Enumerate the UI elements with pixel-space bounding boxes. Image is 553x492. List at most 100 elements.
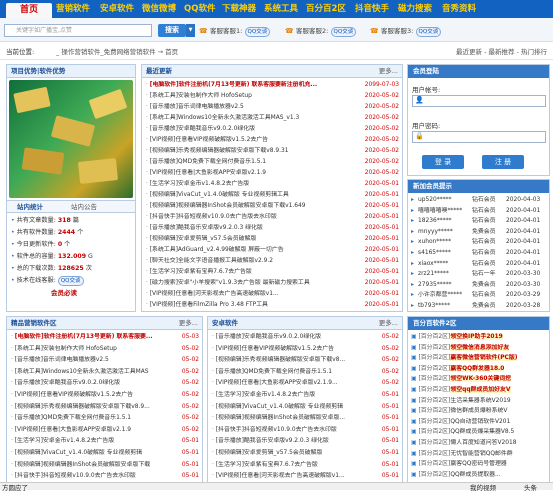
list-item[interactable]: · [音乐播放]音乐词律电脑播放器v2.5 [11,355,179,366]
item-title[interactable]: [音乐播放]音乐词律电脑播放器v2.5 [150,104,244,110]
nav-item-magnet[interactable]: 磁力搜索 [398,3,432,16]
list-item[interactable]: · [系统工具]Windows10全新永久激活激活工具MAS_v1.3 [146,113,358,124]
list-item[interactable]: · [生活学习]安卓紫有宝典7.6.7去广告版 [212,460,378,471]
item-title[interactable]: [VIP视频]任意看|大鱼影视APP安卓版v2.1.9... [216,380,338,386]
login-button[interactable]: 登 录 [422,155,464,169]
item-title[interactable]: [抖音快手]抖音短视频v10.9.0去广告去水印版 [15,473,136,479]
item-title[interactable]: [电脑软件]软件注册机(7月13号更新) 联系客服要新注册机充... [150,82,317,88]
qq-chat-button[interactable]: QQ交谈 [415,27,442,37]
list-item[interactable]: · [系统工具]AdGuard_v2.4.99破解版 屏蔽一切广告 [146,245,358,256]
list-item[interactable]: · [VIP视频]任意看FilmZilla Pro 3.48 FTP工具 [146,300,358,311]
item-title[interactable]: [VIP视频]任意看|大鱼影视APP安卓版v2.1.9 [150,170,266,176]
item-title[interactable]: [视频编辑]安卓爱剪辑_v57.5会员破解版 [216,450,323,456]
item-title[interactable]: [VIP视频]任意看|河天影视去广告高速破解版v1... [216,473,345,479]
list-item[interactable]: · [音乐播放]安卓酷我音乐v9.0.2.0绿化版 [146,124,358,135]
nav-item-zone2[interactable]: 百分百2区 [306,3,346,16]
item-title[interactable]: [视频编辑]VivaCut_v1.4.0破解版 专业视频剪辑 [216,404,343,410]
password-input[interactable]: 🔒 [412,131,546,143]
list-item[interactable]: · [视频编辑]VivaCut_v1.4.0破解版 专业视频剪辑 [11,448,179,459]
item-title[interactable]: [电脑软件]软件注册机(7月13号更新) 联系客服要... [15,334,153,340]
zone2-title[interactable]: 领空qq群成员加好友V [450,387,511,393]
zone2-item[interactable]: ▣ [百分百2区]无忧智能营销QQ邮件群 [411,449,549,459]
zone2-title[interactable]: QQ群成员提取器... [450,472,500,478]
item-title[interactable]: [视频编辑]乐秀视频编辑器破解版安卓版下载v8.9... [15,404,150,410]
list-item[interactable]: · [视频编辑]乐秀视频编辑器破解版安卓版下载v8... [212,355,378,366]
list-item[interactable]: · [VIP视频]任意看|河天影视去广告高速破解版v1... [146,289,358,300]
list-item[interactable]: · [视频编辑]视频编辑器InShot会员破解版安卓版下载v1.649 [146,201,358,212]
zone2-item[interactable]: ▣ [百分百2区]领空换IP助手2019 [411,332,549,342]
item-title[interactable]: [抖音快手]抖音短视频v10.9.0去广告去水印版 [216,427,337,433]
list-item[interactable]: · [音乐播放]QMD免费下载全网付费音乐1.5.1 [212,367,378,378]
item-title[interactable]: [聊天社交]全能文字语音播报工具破解版v2.9.2 [150,258,273,264]
list-item[interactable]: · [音乐播放]酷我音乐安卓版v9.2.0.3 绿化版 [212,436,378,447]
item-title[interactable]: [系统工具]Windows10全新永久激活激活工具MAS [15,369,149,375]
search-button[interactable]: 搜索 [158,24,186,37]
zone2-item[interactable]: ▣ [百分百2区]领空微信消息添加好友 [411,343,549,353]
list-item[interactable]: · [音乐播放]安卓酷我音乐v9.0.2.0绿化版 [11,378,179,389]
zone2-item[interactable]: ▣ [百分百2区]赢客QQ密码号管理器 [411,459,549,469]
zone2-item[interactable]: ▣ [百分百2区]QQ群成员爆采集器V8.5 [411,427,549,437]
list-item[interactable]: · [抖音快手]抖音短视频v10.9.0去广告版去水印版 [146,212,358,223]
search-input[interactable]: 关键字如广播宝,点赞 [4,24,152,37]
nav-item-qq[interactable]: QQ软件 [184,3,215,16]
list-item[interactable]: · [VIP视频]任意看|河天影视去广告高速破解版v1... [212,471,378,482]
list-item[interactable]: · [VIP视频]任意看|大鱼影视APP安卓版v2.1.9 [11,425,179,436]
vip-notice-link[interactable]: 会员必读 [51,287,77,297]
list-item[interactable]: · [视频编辑]视频编辑器InShot会员破解版安卓版... [212,413,378,424]
qq-chat-button[interactable]: QQ交谈 [244,27,271,37]
more-link[interactable]: 更多... [179,317,198,330]
item-title[interactable]: [VIP视频]任意看VIP视频破解版v1.5.2去广告 [216,346,334,352]
tab-notice[interactable]: 站内公告 [71,201,97,213]
zone2-item[interactable]: ▣ [百分百2区]赢客微信营销软件(PC版) [411,353,549,363]
list-item[interactable]: · [VIP视频]任意看|大鱼影视APP安卓版v2.1.9 [146,168,358,179]
list-item[interactable]: · [VIP视频]任意看VIP视频破解版v1.5.2去广告 [11,390,179,401]
list-item[interactable]: · [音乐播放]QMD免费下载全网付费音乐1.5.1 [11,413,179,424]
list-item[interactable]: · [电脑软件]软件注册机(7月13号更新) 联系客服要新注册机充... [146,80,358,91]
list-item[interactable]: · [VIP视频]任意看VIP视频破解版v1.5.2去广告 [146,135,358,146]
nav-home[interactable]: 首页 [6,3,52,18]
list-item[interactable]: · [视频编辑]安卓爱剪辑_v57.5会员破解版 [146,234,358,245]
item-title[interactable]: [音乐播放]QMD免费下载全网付费音乐1.5.1 [150,159,266,165]
nav-item-music[interactable]: 音秀资料 [442,3,476,16]
item-title[interactable]: [视频编辑]VivaCut_v1.4.0破解版 专业视频剪辑 [15,450,142,456]
item-title[interactable]: [磁力搜索]安卓"小羊搜索"v1.9.3去广告版 最新磁力搜索工具 [150,280,310,286]
list-item[interactable]: · [音乐播放]安卓酷我音乐v9.0.2.0绿化版 [212,332,378,343]
item-title[interactable]: [视频编辑]乐秀视频编辑器破解版安卓版下载v8.9.31 [150,148,289,154]
zone2-title[interactable]: 领空微信消息添加好友 [450,344,510,351]
list-item[interactable]: · [生活学习]安卓金币v1.4.8.2去广告版 [146,179,358,190]
item-title[interactable]: [生活学习]安卓紫有宝典7.6.7去广告版 [150,269,252,275]
list-item[interactable]: · [抖音快手]抖音短视频v10.9.0去广告去水印版 [11,471,179,482]
list-item[interactable]: · [生活学习]安卓金币v1.4.8.2去广告版 [212,390,378,401]
nav-item-system[interactable]: 系统工具 [264,3,298,16]
item-title[interactable]: [音乐播放]QMD免费下载全网付费音乐1.5.1 [216,369,332,375]
breadcrumb-path[interactable]: _ 操作营销软件_免费网络营销软件 → 首页 [56,44,178,60]
list-item[interactable]: · [系统工具]Windows10全新永久激活激活工具MAS [11,367,179,378]
zone2-title[interactable]: 生活采集器系统V2019 [450,398,510,404]
list-item[interactable]: · [视频编辑]乐秀视频编辑器破解版安卓版下载v8.9... [11,402,179,413]
tab-stats[interactable]: 站内统计 [17,201,43,213]
nav-item-download[interactable]: 下载神器 [222,3,256,16]
list-item[interactable]: · [视频编辑]视频编辑器InShot会员破解版安卓版下载 [11,460,179,471]
zone2-title[interactable]: 懒人百度知道问答V2018 [450,440,516,446]
nav-item-douyin[interactable]: 抖音快手 [355,3,389,16]
item-title[interactable]: [视频编辑]视频编辑器InShot会员破解版安卓版下载 [15,462,150,468]
item-title[interactable]: [VIP视频]任意看|河天影视去广告高速破解版v1... [150,291,279,297]
item-title[interactable]: [VIP视频]任意看|大鱼影视APP安卓版v2.1.9 [15,427,131,433]
item-title[interactable]: [音乐播放]酷我音乐安卓版v9.2.0.3 绿化版 [150,225,263,231]
list-item[interactable]: · [视频编辑]安卓爱剪辑_v57.5会员破解版 [212,448,378,459]
list-item[interactable]: · [视频编辑]VivaCut_v1.4.0破解版 专业视频剪辑工具 [146,190,358,201]
list-item[interactable]: · [系统工具]安装包制作大师 HofoSetup [11,344,179,355]
item-title[interactable]: [系统工具]安装包制作大师 HofoSetup [150,93,252,99]
chevron-down-icon[interactable]: ▼ [186,24,195,37]
zone2-title[interactable]: 赢客QQ密码号管理器 [450,461,506,467]
list-item[interactable]: · [系统工具]安装包制作大师 HofoSetup [146,91,358,102]
list-item[interactable]: · [磁力搜索]安卓"小羊搜索"v1.9.3去广告版 最新磁力搜索工具 [146,278,358,289]
list-item[interactable]: · [视频编辑]乐秀视频编辑器破解版安卓版下载v8.9.31 [146,146,358,157]
zone2-title[interactable]: 领空换IP助手2019 [450,334,503,340]
list-item[interactable]: · [VIP视频]任意看VIP视频破解版v1.5.2去广告 [212,344,378,355]
item-title[interactable]: [生活学习]安卓紫有宝典7.6.7去广告版 [216,462,318,468]
list-item[interactable]: · [生活学习]安卓紫有宝典7.6.7去广告版 [146,267,358,278]
nav-item-marketing[interactable]: 营销软件 [56,3,90,16]
qq-chat-button[interactable]: QQ交谈 [57,276,84,286]
list-item[interactable]: · [抖音快手]抖音短视频v10.9.0去广告去水印版 [212,425,378,436]
